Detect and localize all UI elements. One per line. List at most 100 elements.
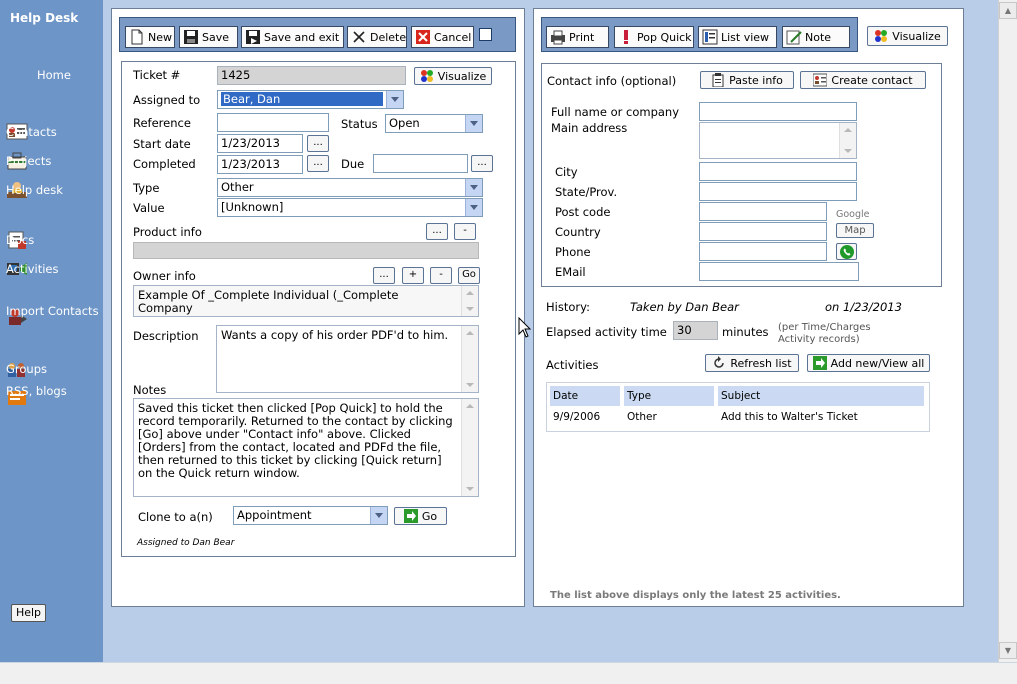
column-header-date[interactable]: Date [550, 386, 624, 406]
save-and-exit-button[interactable]: Save and exit [241, 26, 344, 48]
main-address-label: Main address [551, 121, 628, 135]
ticket-visualize-button[interactable]: Visualize [414, 67, 492, 85]
paste-info-button[interactable]: Paste info [700, 71, 794, 89]
visualize-label: Visualize [892, 29, 941, 43]
due-label: Due [341, 157, 365, 171]
description-textarea[interactable]: Wants a copy of his order PDF'd to him. [216, 325, 479, 393]
history-date: on 1/23/2013 [825, 300, 902, 314]
due-date-input[interactable] [373, 154, 468, 173]
full-name-label: Full name or company [551, 105, 680, 119]
save-icon [184, 30, 198, 44]
full-name-input[interactable] [699, 102, 857, 121]
status-select[interactable]: Open [385, 114, 483, 133]
sidebar-item-contacts[interactable]: Contacts [6, 122, 57, 142]
chevron-down-icon [370, 507, 387, 524]
create-contact-button[interactable]: Create contact [800, 71, 926, 89]
cell-subject[interactable]: Add this to Walter's Ticket [716, 406, 926, 428]
owner-info-label: Owner info [133, 269, 196, 283]
product-info-field [133, 242, 479, 259]
start-date-picker-button[interactable]: ... [307, 135, 329, 152]
completed-date-picker-button[interactable]: ... [307, 155, 329, 172]
toolbar-checkbox[interactable] [479, 28, 492, 41]
assigned-to-label: Assigned to [133, 93, 201, 107]
value-select[interactable]: [Unknown] [217, 198, 483, 217]
owner-info-browse-button[interactable]: ... [373, 267, 395, 284]
scroll-up-icon[interactable]: ▲ [999, 2, 1017, 19]
notes-value: Saved this ticket then clicked [Pop Quic… [138, 401, 453, 480]
scrollbar[interactable] [461, 326, 478, 392]
column-header-type[interactable]: Type [622, 386, 718, 406]
completed-label: Completed [133, 157, 196, 171]
page-vertical-scrollbar[interactable]: ▲ ▼ [998, 0, 1017, 662]
save-button[interactable]: Save [179, 26, 238, 48]
note-button-label: Note [805, 30, 832, 44]
delete-button[interactable]: Delete [347, 26, 407, 48]
cancel-button[interactable]: Cancel [411, 26, 474, 48]
activities-footer-note: The list above displays only the latest … [550, 590, 841, 601]
cell-date: 9/9/2006 [550, 406, 624, 428]
product-info-remove-button[interactable]: - [454, 223, 476, 240]
sidebar-item-label: Home [37, 67, 71, 82]
scrollbar[interactable] [461, 399, 478, 496]
state-input[interactable] [699, 182, 857, 201]
scroll-down-icon[interactable]: ▼ [999, 642, 1017, 659]
contact-visualize-button[interactable]: Visualize [867, 26, 948, 46]
save-exit-icon [246, 30, 260, 44]
notes-textarea[interactable]: Saved this ticket then clicked [Pop Quic… [133, 398, 479, 497]
clone-select[interactable]: Appointment [233, 506, 388, 525]
sidebar-item-label: RSS, blogs [6, 384, 67, 398]
delete-button-label: Delete [370, 30, 407, 44]
new-button[interactable]: New [125, 26, 175, 48]
chevron-down-icon [465, 115, 482, 132]
table-header-row: Date Type Subject [550, 386, 924, 406]
history-label: History: [546, 300, 590, 314]
activities-label: Activities [546, 358, 599, 372]
phone-input[interactable] [699, 242, 827, 261]
completed-date-input[interactable]: 1/23/2013 [217, 155, 303, 174]
reference-label: Reference [133, 116, 191, 130]
mouse-cursor-icon [518, 317, 532, 338]
add-new-view-all-button[interactable]: Add new/View all [807, 354, 930, 372]
sidebar-item-import-contacts[interactable]: Import Contacts [6, 305, 99, 327]
sidebar-item-help-desk[interactable]: Help desk [6, 180, 63, 200]
list-view-button-label: List view [721, 30, 770, 44]
sidebar-item-docs[interactable]: Docs [6, 230, 34, 250]
sidebar-item-projects[interactable]: Projects [6, 151, 51, 171]
google-map-button[interactable]: Map [836, 223, 874, 238]
help-button[interactable]: Help [11, 604, 46, 622]
product-info-label: Product info [133, 225, 202, 239]
reference-input[interactable] [217, 113, 329, 132]
start-date-input[interactable]: 1/23/2013 [217, 134, 303, 153]
type-select[interactable]: Other [217, 178, 483, 197]
city-input[interactable] [699, 162, 857, 181]
sidebar-item-groups[interactable]: Groups [6, 359, 47, 379]
owner-info-go-button[interactable]: Go [458, 267, 480, 284]
sidebar-item-activities[interactable]: Activities [6, 259, 58, 279]
email-input[interactable] [699, 262, 859, 281]
assigned-to-select[interactable]: Bear, Dan [217, 90, 404, 109]
main-address-textarea[interactable] [699, 122, 857, 159]
note-button[interactable]: Note [782, 26, 850, 48]
product-info-browse-button[interactable]: ... [426, 223, 448, 240]
scrollbar[interactable] [461, 286, 478, 316]
sidebar: Help Desk Home Contacts Projects Help de… [0, 0, 103, 662]
call-button[interactable] [836, 243, 857, 260]
refresh-list-button[interactable]: Refresh list [705, 354, 799, 372]
column-header-subject[interactable]: Subject [716, 386, 924, 406]
go-arrow-icon [812, 356, 827, 370]
scrollbar[interactable] [839, 123, 856, 158]
table-row[interactable]: 9/9/2006 Other Add this to Walter's Tick… [550, 406, 926, 428]
country-input[interactable] [699, 222, 827, 241]
post-code-input[interactable] [699, 202, 827, 221]
type-label: Type [133, 181, 160, 195]
print-button[interactable]: Print [546, 26, 609, 48]
clone-go-button[interactable]: Go [394, 507, 447, 525]
list-view-button[interactable]: List view [698, 26, 777, 48]
pop-quick-button[interactable]: Pop Quick [614, 26, 694, 48]
chevron-down-icon [465, 179, 482, 196]
due-date-picker-button[interactable]: ... [471, 155, 493, 172]
sidebar-item-rss-blogs[interactable]: RSS, blogs [6, 385, 67, 407]
page-horizontal-scrollbar[interactable] [0, 662, 1017, 684]
owner-info-add-button[interactable]: + [402, 267, 424, 284]
owner-info-remove-button[interactable]: - [430, 267, 452, 284]
